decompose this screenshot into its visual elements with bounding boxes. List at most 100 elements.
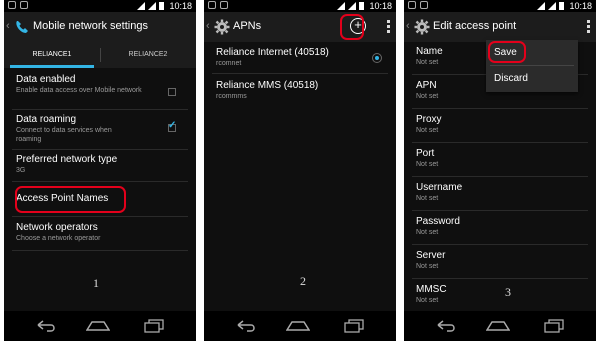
menu-divider <box>490 65 574 66</box>
tab-reliance1[interactable]: RELIANCE1 <box>4 42 100 68</box>
divider <box>412 244 588 245</box>
divider <box>12 250 188 251</box>
tab-reliance2[interactable]: RELIANCE2 <box>100 42 196 68</box>
home-icon[interactable] <box>486 321 510 331</box>
divider <box>412 142 588 143</box>
overflow-menu-icon[interactable] <box>587 20 590 33</box>
divider <box>12 109 188 110</box>
highlight-box <box>15 186 126 213</box>
figure-number: 1 <box>93 276 99 290</box>
usb-icon <box>8 1 16 9</box>
data-roaming-checkbox[interactable] <box>168 120 176 132</box>
back-icon[interactable] <box>36 320 58 332</box>
setting-title: Data enabled <box>16 74 76 85</box>
setting-network-operators[interactable]: Network operators Choose a network opera… <box>16 222 186 243</box>
action-bar: ‹ APNs + <box>204 12 396 42</box>
setting-subtitle: Choose a network operator <box>16 235 101 242</box>
field-title: Port <box>416 148 435 159</box>
apn-item[interactable]: Reliance MMS (40518) rcommms <box>216 80 386 101</box>
action-bar: ‹ Edit access point <box>404 12 596 42</box>
signal-icon <box>337 2 346 10</box>
phone-screen-mobile-network-settings: 10:18 ‹ Mobile network settings RELIANCE… <box>4 0 196 341</box>
divider <box>412 210 588 211</box>
apn-title: Reliance MMS (40518) <box>216 80 319 91</box>
field-port[interactable]: Port Not set <box>416 148 586 169</box>
battery-icon <box>559 2 565 10</box>
divider <box>412 108 588 109</box>
battery-icon <box>359 2 365 10</box>
signal-icon <box>148 2 157 10</box>
recent-apps-icon[interactable] <box>344 319 364 333</box>
field-value: Not set <box>416 93 439 100</box>
setting-title: Network operators <box>16 222 98 233</box>
field-title: MMSC <box>416 284 447 295</box>
navigation-bar <box>204 311 396 341</box>
field-value: Not set <box>416 229 439 236</box>
apn-subtitle: rcommms <box>216 93 247 100</box>
field-proxy[interactable]: Proxy Not set <box>416 114 586 135</box>
phone-screen-edit-access-point: 10:18 ‹ Edit access point Name Not set A… <box>404 0 596 341</box>
divider <box>412 278 588 279</box>
up-caret-icon[interactable]: ‹ <box>206 20 210 32</box>
field-value: Not set <box>416 297 439 304</box>
field-title: Password <box>416 216 460 227</box>
up-caret-icon[interactable]: ‹ <box>406 20 410 32</box>
field-username[interactable]: Username Not set <box>416 182 586 203</box>
gear-icon <box>214 19 230 35</box>
setting-subtitle: Connect to data services when roaming <box>16 127 112 143</box>
status-bar: 10:18 <box>4 0 196 12</box>
recent-apps-icon[interactable] <box>144 319 164 333</box>
setting-title: Preferred network type <box>16 154 118 165</box>
back-icon[interactable] <box>436 320 458 332</box>
data-enabled-checkbox[interactable] <box>168 88 176 96</box>
apn-subtitle: rcomnet <box>216 60 242 67</box>
status-bar: 10:18 <box>404 0 596 12</box>
field-title: Server <box>416 250 446 261</box>
signal-icon <box>137 2 146 10</box>
phone-icon <box>16 21 28 33</box>
divider <box>12 216 188 217</box>
field-mmsc[interactable]: MMSC Not set <box>416 284 586 305</box>
highlight-box <box>340 14 364 40</box>
page-title: APNs <box>233 20 262 32</box>
figure-number: 2 <box>300 274 306 288</box>
field-value: Not set <box>416 127 439 134</box>
sim-tabs: RELIANCE1 RELIANCE2 <box>4 42 196 68</box>
setting-title: Data roaming <box>16 114 77 125</box>
back-icon[interactable] <box>236 320 258 332</box>
home-icon[interactable] <box>86 321 110 331</box>
battery-icon <box>159 2 165 10</box>
status-bar: 10:18 <box>204 0 396 12</box>
page-title: Edit access point <box>433 20 517 32</box>
divider <box>212 73 388 74</box>
status-time: 10:18 <box>569 1 592 11</box>
field-password[interactable]: Password Not set <box>416 216 586 237</box>
signal-icon <box>537 2 546 10</box>
recent-apps-icon[interactable] <box>544 319 564 333</box>
field-title: Proxy <box>416 114 442 125</box>
overflow-menu-icon[interactable] <box>387 20 390 33</box>
highlight-box <box>488 41 526 63</box>
notification-icon <box>420 1 428 9</box>
setting-data-enabled[interactable]: Data enabled Enable data access over Mob… <box>16 74 186 95</box>
setting-data-roaming[interactable]: Data roaming Connect to data services wh… <box>16 114 186 144</box>
field-server[interactable]: Server Not set <box>416 250 586 271</box>
usb-icon <box>208 1 216 9</box>
apn-title: Reliance Internet (40518) <box>216 47 329 58</box>
field-value: Not set <box>416 195 439 202</box>
apn-selected-radio[interactable] <box>372 53 382 63</box>
field-value: Not set <box>416 263 439 270</box>
discard-menu-item[interactable]: Discard <box>494 73 528 84</box>
gear-icon <box>414 19 430 35</box>
up-caret-icon[interactable]: ‹ <box>6 20 10 32</box>
action-bar: ‹ Mobile network settings <box>4 12 196 42</box>
usb-icon <box>408 1 416 9</box>
home-icon[interactable] <box>286 321 310 331</box>
setting-subtitle: Enable data access over Mobile network <box>16 87 142 94</box>
apn-item[interactable]: Reliance Internet (40518) rcomnet <box>216 47 386 68</box>
field-value: Not set <box>416 161 439 168</box>
setting-preferred-network-type[interactable]: Preferred network type 3G <box>16 154 186 175</box>
signal-icon <box>348 2 357 10</box>
signal-icon <box>548 2 557 10</box>
status-time: 10:18 <box>169 1 192 11</box>
